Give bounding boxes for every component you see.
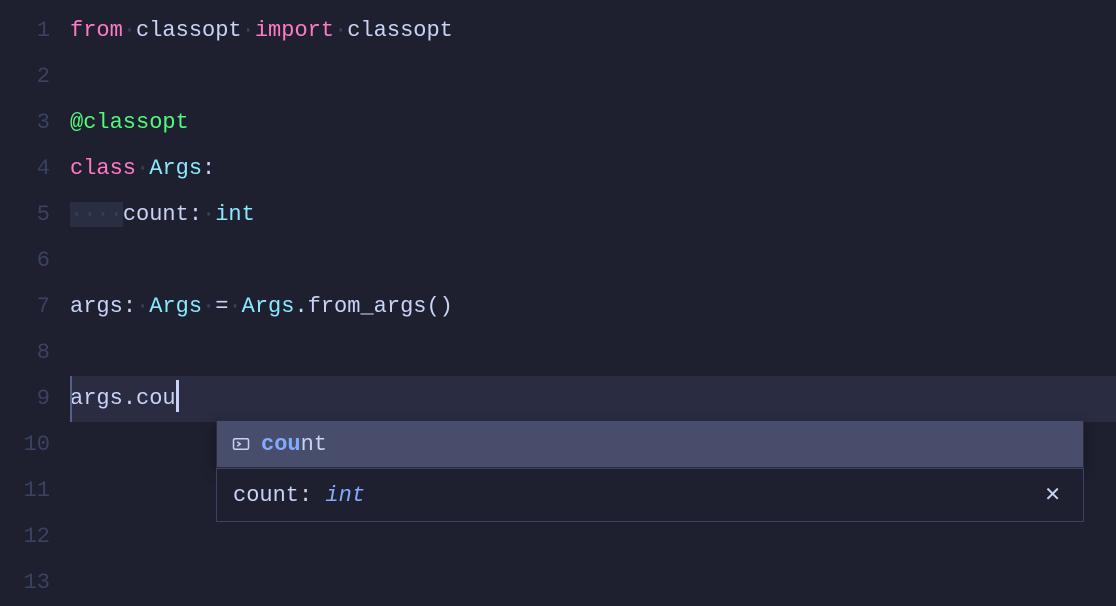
code-line[interactable]: class·Args:	[70, 146, 1116, 192]
indent: ····	[70, 202, 123, 227]
line-number: 3	[0, 100, 50, 146]
line-number: 6	[0, 238, 50, 284]
autocomplete-popup: count	[216, 420, 1084, 468]
colon: :	[202, 156, 215, 181]
equals: =	[215, 294, 228, 319]
current-line-border	[70, 376, 72, 422]
detail-type: int	[325, 483, 365, 508]
line-number: 13	[0, 560, 50, 606]
line-number: 5	[0, 192, 50, 238]
partial-input: cou	[136, 386, 176, 411]
variable: args	[70, 294, 123, 319]
whitespace: ·	[202, 202, 215, 227]
autocomplete-label: count	[261, 432, 327, 457]
variable: args	[70, 386, 123, 411]
whitespace: ·	[136, 294, 149, 319]
method-name: from_args	[308, 294, 427, 319]
detail-sep: :	[299, 483, 325, 508]
line-number: 2	[0, 54, 50, 100]
line-number: 1	[0, 8, 50, 54]
import-name: classopt	[347, 18, 453, 43]
whitespace: ·	[202, 294, 215, 319]
keyword-from: from	[70, 18, 123, 43]
code-line[interactable]: from·classopt·import·classopt	[70, 8, 1116, 54]
decorator: @classopt	[70, 110, 189, 135]
autocomplete-item[interactable]: count	[217, 421, 1083, 467]
line-number: 9	[0, 376, 50, 422]
code-line[interactable]	[70, 560, 1116, 606]
code-line[interactable]	[70, 238, 1116, 284]
match-text: cou	[261, 432, 301, 457]
line-number: 12	[0, 514, 50, 560]
close-icon[interactable]: ✕	[1038, 480, 1067, 510]
whitespace: ·	[242, 18, 255, 43]
line-number: 7	[0, 284, 50, 330]
code-line[interactable]: args:·Args·=·Args.from_args()	[70, 284, 1116, 330]
line-number-gutter: 1 2 3 4 5 6 7 8 9 10 11 12 13	[0, 0, 70, 600]
detail-signature: count: int	[233, 483, 365, 508]
class-ref: Args	[242, 294, 295, 319]
whitespace: ·	[136, 156, 149, 181]
dot: .	[294, 294, 307, 319]
whitespace: ·	[228, 294, 241, 319]
whitespace: ·	[334, 18, 347, 43]
keyword-class: class	[70, 156, 136, 181]
line-number: 10	[0, 422, 50, 468]
code-line[interactable]	[70, 330, 1116, 376]
parens: ()	[426, 294, 452, 319]
text-cursor	[176, 380, 179, 412]
code-line[interactable]: @classopt	[70, 100, 1116, 146]
type-annotation: int	[215, 202, 255, 227]
attribute-name: count	[123, 202, 189, 227]
line-number: 8	[0, 330, 50, 376]
dot: .	[123, 386, 136, 411]
variable-icon	[231, 437, 251, 451]
detail-name: count	[233, 483, 299, 508]
colon: :	[189, 202, 202, 227]
module-name: classopt	[136, 18, 242, 43]
code-line[interactable]	[70, 54, 1116, 100]
colon: :	[123, 294, 136, 319]
autocomplete-detail: count: int ✕	[216, 468, 1084, 522]
keyword-import: import	[255, 18, 334, 43]
line-number: 4	[0, 146, 50, 192]
type-annotation: Args	[149, 294, 202, 319]
whitespace: ·	[123, 18, 136, 43]
line-number: 11	[0, 468, 50, 514]
code-line-active[interactable]: args.cou	[70, 376, 1116, 422]
suggestion-rest: nt	[301, 432, 327, 457]
class-name: Args	[149, 156, 202, 181]
code-line[interactable]: ····count:·int	[70, 192, 1116, 238]
